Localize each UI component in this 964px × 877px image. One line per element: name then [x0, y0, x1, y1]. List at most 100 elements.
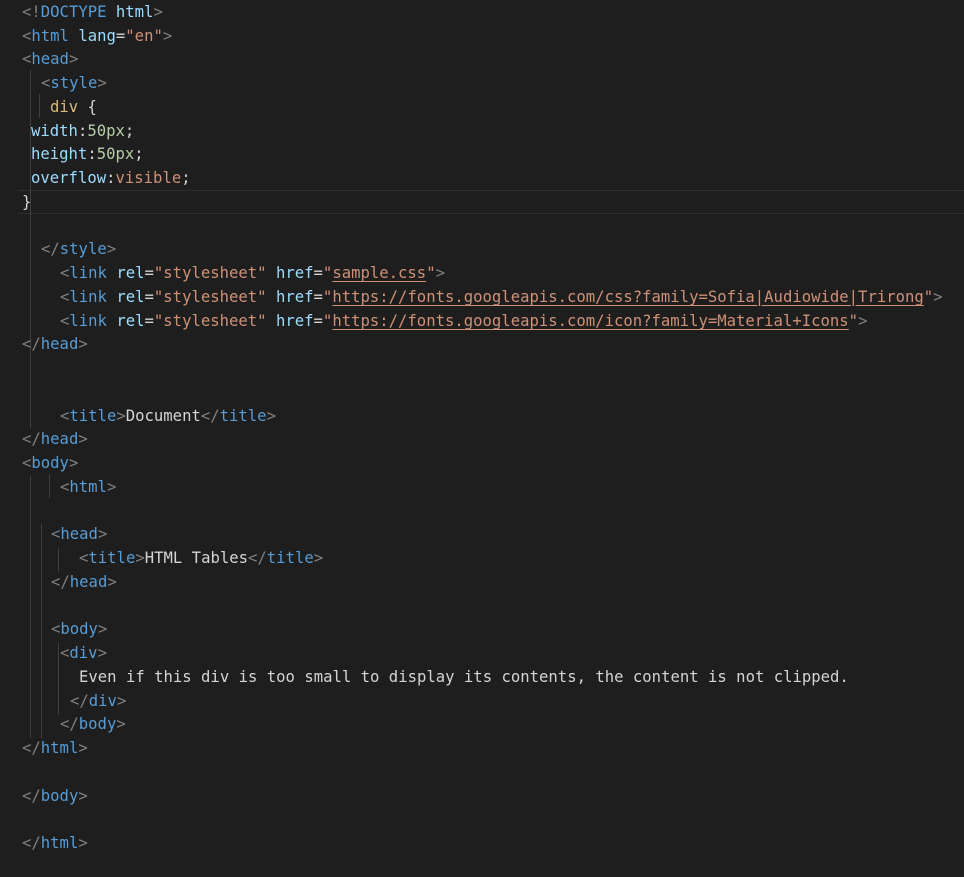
code-token: https://fonts.googleapis.com/icon?family…: [332, 312, 849, 330]
code-line[interactable]: }: [22, 190, 31, 214]
code-line[interactable]: <title>Document</title>: [60, 404, 276, 428]
code-line[interactable]: <html lang="en">: [22, 24, 172, 48]
code-token: width: [31, 122, 78, 140]
code-line[interactable]: </html>: [22, 736, 88, 760]
code-token: >: [68, 454, 79, 472]
code-token: html: [40, 834, 79, 852]
code-token: </: [51, 573, 70, 591]
code-token: href: [275, 288, 314, 306]
code-line[interactable]: <body>: [51, 617, 107, 641]
code-token: rel: [116, 312, 145, 330]
code-token: >: [97, 620, 108, 638]
code-token: <: [41, 74, 51, 92]
code-token: title: [266, 549, 314, 567]
code-line[interactable]: <style>: [41, 71, 107, 95]
code-token: >: [933, 288, 943, 306]
code-line[interactable]: height:50px;: [31, 142, 144, 166]
code-line[interactable]: <link rel="stylesheet" href="sample.css"…: [60, 261, 445, 285]
code-token: =: [313, 264, 323, 282]
code-token: height: [31, 145, 88, 163]
code-token: ": [426, 264, 436, 282]
code-token: </: [60, 715, 79, 733]
code-line[interactable]: </div>: [70, 689, 126, 713]
code-token: >: [97, 74, 107, 92]
code-token: "stylesheet": [153, 264, 267, 282]
code-token: body: [31, 454, 69, 472]
code-editor[interactable]: <!DOCTYPE html> <html lang="en"> <head> <st…: [0, 0, 964, 877]
code-token: html: [115, 3, 154, 21]
code-line[interactable]: </body>: [22, 784, 88, 808]
code-line[interactable]: div {: [50, 95, 97, 119]
code-line[interactable]: <link rel="stylesheet" href="https://fon…: [60, 309, 867, 333]
code-line[interactable]: <link rel="stylesheet" href="https://fon…: [60, 285, 943, 309]
code-line[interactable]: </head>: [22, 427, 88, 451]
code-token: >: [106, 478, 117, 496]
code-line[interactable]: <div>: [60, 641, 107, 665]
code-token: head: [40, 430, 79, 448]
code-token: body: [78, 715, 117, 733]
code-token: ;: [124, 122, 135, 140]
code-token: link: [69, 264, 107, 282]
code-line[interactable]: width:50px;: [31, 119, 134, 143]
code-token: "stylesheet": [153, 312, 267, 330]
code-token: >: [313, 549, 324, 567]
code-token: <: [22, 50, 32, 68]
code-line[interactable]: <head>: [22, 47, 78, 71]
code-token: {: [78, 98, 97, 116]
code-line[interactable]: </html>: [22, 831, 88, 855]
code-token: ": [322, 312, 333, 330]
code-line[interactable]: </body>: [60, 712, 126, 736]
code-token: ;: [134, 145, 144, 163]
code-token: div: [50, 98, 79, 116]
code-line[interactable]: </style>: [41, 237, 116, 261]
code-token: >: [97, 525, 108, 543]
code-line[interactable]: </head>: [22, 332, 88, 356]
code-token: :: [77, 122, 88, 140]
indent-guide: [30, 356, 31, 428]
code-token: div: [69, 644, 98, 662]
code-token: >: [435, 264, 445, 282]
code-token: >: [97, 644, 107, 662]
code-token: title: [69, 407, 117, 425]
code-line[interactable]: Even if this div is too small to display…: [79, 665, 849, 689]
code-line[interactable]: <html>: [60, 475, 116, 499]
indent-guide: [39, 94, 40, 118]
code-token: visible: [115, 169, 182, 187]
code-token: >: [135, 549, 145, 567]
code-line[interactable]: <!DOCTYPE html>: [22, 0, 163, 24]
code-token: }: [22, 193, 32, 211]
code-token: >: [78, 787, 88, 805]
code-token: >: [266, 407, 276, 425]
code-token: link: [69, 312, 107, 330]
code-token: <: [60, 644, 70, 662]
code-line[interactable]: <title>HTML Tables</title>: [79, 546, 323, 570]
code-token: >: [153, 3, 163, 21]
code-token: "en": [125, 27, 163, 45]
code-token: ;: [181, 169, 191, 187]
code-token: >: [858, 312, 868, 330]
code-token: >: [78, 739, 88, 757]
code-token: "stylesheet": [153, 288, 267, 306]
code-line[interactable]: <body>: [22, 451, 78, 475]
code-line[interactable]: </head>: [51, 570, 117, 594]
current-line-highlight: [18, 190, 964, 214]
code-token: >: [116, 692, 127, 710]
code-token: body: [40, 787, 79, 805]
code-token: =: [313, 312, 323, 330]
code-token: 50px: [96, 145, 135, 163]
indent-guide: [49, 474, 50, 498]
code-line[interactable]: <head>: [51, 522, 107, 546]
code-token: href: [275, 312, 314, 330]
code-token: head: [40, 335, 79, 353]
code-line[interactable]: overflow:visible;: [31, 166, 191, 190]
code-token: Even if this div is too small to display…: [79, 668, 849, 686]
code-token: head: [60, 525, 98, 543]
code-token: <: [60, 288, 70, 306]
indent-guide: [58, 548, 59, 572]
